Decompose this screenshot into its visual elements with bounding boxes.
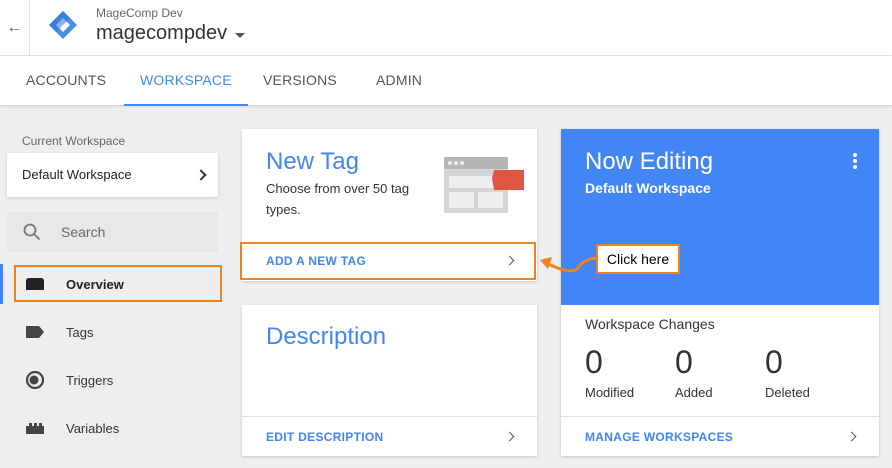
container-name: magecompdev <box>96 22 228 44</box>
now-editing-header: Now Editing Default Workspace <box>561 129 879 305</box>
sidebar-item-label: Variables <box>66 421 120 436</box>
chevron-right-icon <box>195 169 207 181</box>
card-subtitle: Choose from over 50 tag types. <box>266 181 410 217</box>
manage-workspaces-button[interactable]: MANAGE WORKSPACES <box>561 417 879 456</box>
description-card: Description EDIT DESCRIPTION <box>242 305 537 456</box>
tag-icon <box>26 326 44 338</box>
now-editing-title: Now Editing <box>585 148 714 175</box>
tab-accounts[interactable]: ACCOUNTS <box>26 56 106 106</box>
stat-label: Added <box>675 385 713 400</box>
trigger-icon <box>25 371 45 389</box>
tab-versions[interactable]: VERSIONS <box>263 56 337 106</box>
edit-description-label: EDIT DESCRIPTION <box>266 430 384 444</box>
sidebar-item-label: Tags <box>66 325 94 340</box>
back-arrow-icon[interactable]: ← <box>0 0 30 56</box>
stat-added: 0 Added <box>675 344 713 400</box>
search-input[interactable]: Search <box>7 212 218 252</box>
stat-deleted: 0 Deleted <box>765 344 810 400</box>
folder-icon <box>26 278 44 290</box>
current-workspace-label: Current Workspace <box>22 134 126 148</box>
main-nav-tabs: ACCOUNTS WORKSPACE VERSIONS ADMIN <box>0 56 892 106</box>
gtm-logo-icon <box>49 11 77 39</box>
top-bar: ← MageComp Dev magecompdev <box>0 0 892 56</box>
chevron-right-icon <box>504 255 515 266</box>
search-icon <box>23 223 41 241</box>
tag-illustration-icon <box>444 157 524 213</box>
card-title: New Tag <box>266 148 359 175</box>
add-new-tag-label: ADD A NEW TAG <box>266 254 367 268</box>
now-editing-workspace: Default Workspace <box>585 180 711 196</box>
sidebar-item-overview[interactable]: Overview <box>0 265 225 303</box>
stat-value: 0 <box>675 344 693 380</box>
card-title: Description <box>266 323 387 350</box>
tab-workspace[interactable]: WORKSPACE <box>124 56 248 106</box>
workspace-changes-title: Workspace Changes <box>585 316 715 332</box>
workspace-selector[interactable]: Default Workspace <box>7 153 218 197</box>
caret-down-icon <box>235 33 246 38</box>
now-editing-card: Now Editing Default Workspace Workspace … <box>561 129 879 456</box>
sidebar-item-triggers[interactable]: Triggers <box>0 361 225 399</box>
stat-value: 0 <box>585 344 603 380</box>
account-label: MageComp Dev <box>96 6 183 20</box>
sidebar-item-variables[interactable]: Variables <box>0 409 225 447</box>
add-new-tag-button[interactable]: ADD A NEW TAG <box>242 244 536 278</box>
stat-label: Modified <box>585 385 635 400</box>
edit-description-button[interactable]: EDIT DESCRIPTION <box>242 417 537 456</box>
chevron-right-icon <box>846 431 857 442</box>
annotation-arrow-icon <box>540 256 597 273</box>
sidebar-item-tags[interactable]: Tags <box>0 313 225 351</box>
tab-admin[interactable]: ADMIN <box>376 56 422 106</box>
workspace-name: Default Workspace <box>22 167 132 182</box>
chevron-right-icon <box>504 431 515 442</box>
stat-value: 0 <box>765 344 783 380</box>
more-options-icon[interactable] <box>853 153 857 169</box>
stat-label: Deleted <box>765 385 810 400</box>
stat-modified: 0 Modified <box>585 344 634 400</box>
sidebar-item-label: Overview <box>66 277 124 292</box>
variable-icon <box>26 423 44 434</box>
click-here-callout: Click here <box>596 244 680 274</box>
container-selector[interactable]: magecompdev <box>96 22 246 45</box>
sidebar-item-label: Triggers <box>66 373 114 388</box>
search-placeholder: Search <box>61 224 106 240</box>
manage-workspaces-label: MANAGE WORKSPACES <box>585 430 734 444</box>
